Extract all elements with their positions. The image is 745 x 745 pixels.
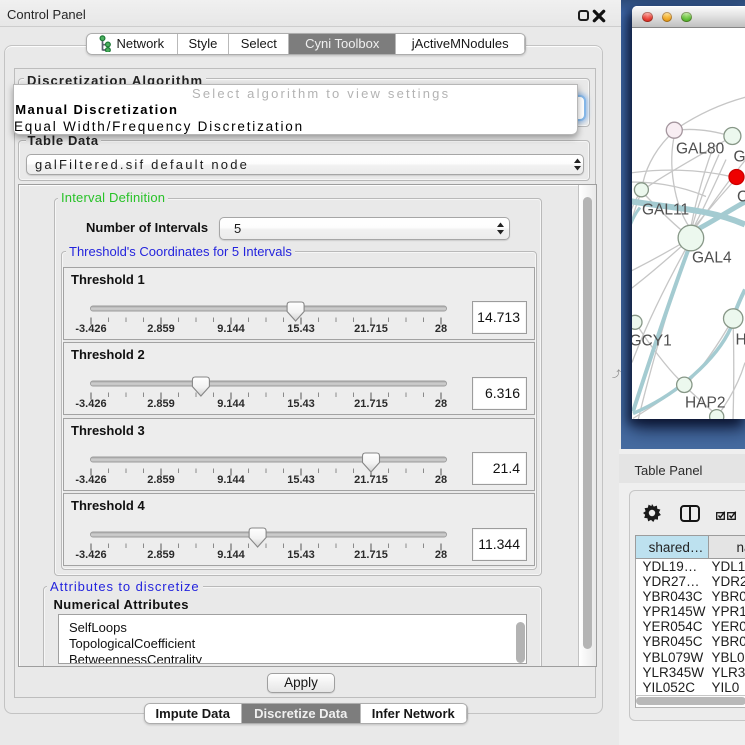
svg-text:C: C (737, 188, 745, 205)
svg-text:HA: HA (736, 331, 745, 348)
svg-text:HAP2: HAP2 (685, 394, 726, 411)
svg-text:GA: GA (734, 148, 745, 165)
svg-text:GAL4: GAL4 (692, 249, 732, 266)
svg-text:GAL11: GAL11 (642, 201, 689, 218)
svg-text:GCY1: GCY1 (632, 332, 672, 349)
svg-text:GAL80: GAL80 (676, 140, 725, 157)
